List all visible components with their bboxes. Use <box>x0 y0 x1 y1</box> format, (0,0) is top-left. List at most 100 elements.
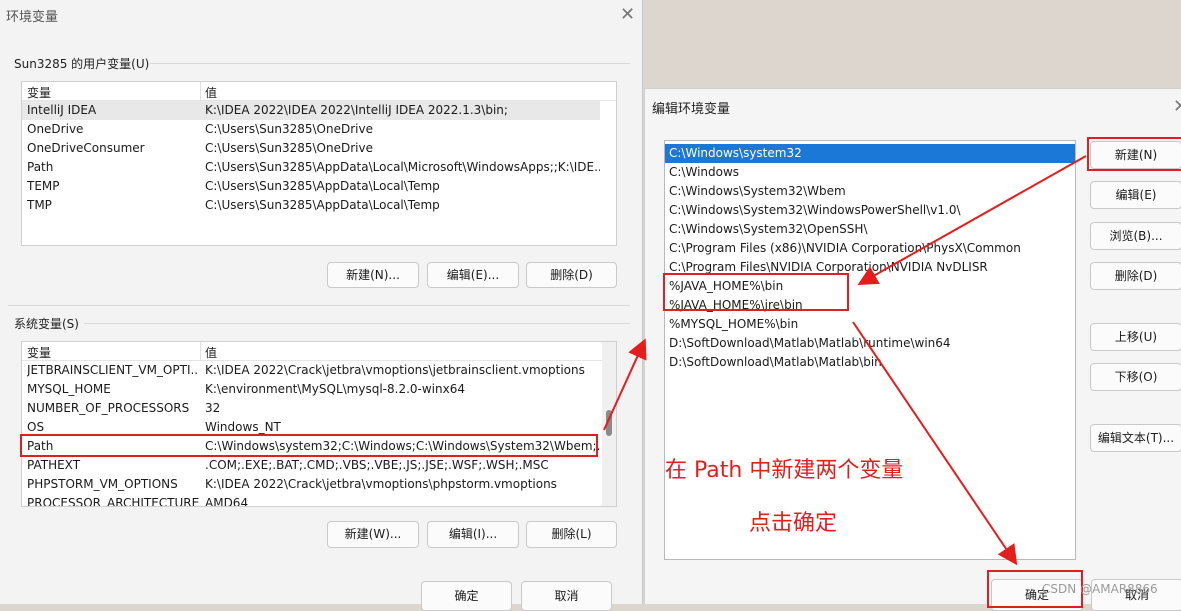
row-variable: PATHEXT <box>27 458 81 472</box>
list-item[interactable]: C:\Windows\System32\WindowsPowerShell\v1… <box>665 201 1075 220</box>
row-variable: NUMBER_OF_PROCESSORS <box>27 401 190 415</box>
row-value: AMD64 <box>205 496 249 507</box>
path-entries-list[interactable]: C:\Windows\system32 C:\Windows C:\Window… <box>664 140 1076 560</box>
entry-text: C:\Windows\System32\Wbem <box>669 184 846 198</box>
entry-text: %MYSQL_HOME%\bin <box>669 317 799 331</box>
table-row[interactable]: TEMP C:\Users\Sun3285\AppData\Local\Temp <box>22 177 616 196</box>
table-row[interactable]: PATHEXT .COM;.EXE;.BAT;.CMD;.VBS;.VBE;.J… <box>22 456 600 475</box>
entry-text: C:\Windows\System32\OpenSSH\ <box>669 222 868 236</box>
user-vars-list[interactable]: 变量 值 IntelliJ IDEA K:\IDEA 2022\IDEA 202… <box>21 81 617 246</box>
row-value: C:\Users\Sun3285\AppData\Local\Microsoft… <box>205 160 600 174</box>
row-value: K:\environment\MySQL\mysql-8.2.0-winx64 <box>205 382 465 396</box>
table-row[interactable]: IntelliJ IDEA K:\IDEA 2022\IDEA 2022\Int… <box>22 101 600 120</box>
list-header: 变量 值 <box>22 342 616 361</box>
row-variable: OneDrive <box>27 122 84 136</box>
sys-vars-list[interactable]: 变量 值 JETBRAINSCLIENT_VM_OPTI... K:\IDEA … <box>21 341 617 507</box>
row-variable: TMP <box>27 198 52 212</box>
column-header-variable[interactable]: 变量 <box>27 84 51 101</box>
row-variable: IntelliJ IDEA <box>27 103 97 117</box>
entry-text: D:\SoftDownload\Matlab\Matlab\runtime\wi… <box>669 336 951 350</box>
row-value: .COM;.EXE;.BAT;.CMD;.VBS;.VBE;.JS;.JSE;.… <box>205 458 549 472</box>
row-variable: PROCESSOR_ARCHITECTURE <box>27 496 199 507</box>
table-row[interactable]: JETBRAINSCLIENT_VM_OPTI... K:\IDEA 2022\… <box>22 361 600 380</box>
sys-vars-group-label: 系统变量(S) <box>14 317 79 331</box>
env-variables-window: 环境变量 ✕ Sun3285 的用户变量(U) 变量 值 IntelliJ ID… <box>0 0 643 611</box>
column-header-variable[interactable]: 变量 <box>27 344 51 361</box>
edit-entry-button[interactable]: 编辑(E) <box>1090 181 1181 209</box>
list-item[interactable]: %MYSQL_HOME%\bin <box>665 315 1075 334</box>
list-item[interactable]: C:\Windows <box>665 163 1075 182</box>
user-vars-group-label: Sun3285 的用户变量(U) <box>14 57 150 71</box>
entry-text: C:\Windows\system32 <box>669 146 802 160</box>
list-item[interactable]: D:\SoftDownload\Matlab\Matlab\bin <box>665 353 1075 372</box>
entry-text: C:\Windows\System32\WindowsPowerShell\v1… <box>669 203 961 217</box>
row-value: C:\Users\Sun3285\OneDrive <box>205 122 373 136</box>
annotation-text-add-vars: 在 Path 中新建两个变量 <box>665 458 904 483</box>
table-row[interactable]: OneDriveConsumer C:\Users\Sun3285\OneDri… <box>22 139 616 158</box>
move-up-button[interactable]: 上移(U) <box>1090 323 1181 351</box>
group-divider <box>84 323 630 324</box>
highlight-new-button <box>1087 137 1181 171</box>
close-icon[interactable]: ✕ <box>1173 98 1181 116</box>
user-new-button[interactable]: 新建(N)... <box>327 262 419 288</box>
group-divider <box>150 63 630 64</box>
move-down-button[interactable]: 下移(O) <box>1090 363 1181 391</box>
cancel-button[interactable]: 取消 <box>521 581 612 611</box>
window-title: 编辑环境变量 <box>652 102 731 117</box>
table-row[interactable]: TMP C:\Users\Sun3285\AppData\Local\Temp <box>22 196 616 215</box>
row-variable: TEMP <box>27 179 60 193</box>
section-divider <box>8 305 630 306</box>
table-row[interactable]: PROCESSOR_ARCHITECTURE AMD64 <box>22 494 600 507</box>
list-item[interactable]: D:\SoftDownload\Matlab\Matlab\runtime\wi… <box>665 334 1075 353</box>
annotation-text-click-ok: 点击确定 <box>749 511 838 536</box>
list-header: 变量 值 <box>22 82 616 101</box>
table-row[interactable]: OneDrive C:\Users\Sun3285\OneDrive <box>22 120 616 139</box>
sys-list-scrollbar[interactable] <box>602 342 616 506</box>
row-variable: Path <box>27 160 54 174</box>
row-variable: PHPSTORM_VM_OPTIONS <box>27 477 178 491</box>
highlight-new-entries <box>663 273 849 311</box>
sys-edit-button[interactable]: 编辑(I)... <box>427 521 519 548</box>
row-value: K:\IDEA 2022\Crack\jetbra\vmoptions\phps… <box>205 477 557 491</box>
highlight-path-row <box>20 434 598 457</box>
entry-text: D:\SoftDownload\Matlab\Matlab\bin <box>669 355 882 369</box>
column-separator[interactable] <box>200 342 201 361</box>
user-edit-button[interactable]: 编辑(E)... <box>427 262 519 288</box>
table-row[interactable]: Path C:\Users\Sun3285\AppData\Local\Micr… <box>22 158 616 177</box>
list-item[interactable]: C:\Windows\System32\Wbem <box>665 182 1075 201</box>
ok-button[interactable]: 确定 <box>421 581 512 611</box>
column-header-value[interactable]: 值 <box>205 344 217 361</box>
row-value: Windows_NT <box>205 420 281 434</box>
entry-text: C:\Windows <box>669 165 740 179</box>
table-row[interactable]: NUMBER_OF_PROCESSORS 32 <box>22 399 600 418</box>
sys-delete-button[interactable]: 删除(L) <box>526 521 617 548</box>
row-value: C:\Users\Sun3285\OneDrive <box>205 141 373 155</box>
row-value: K:\IDEA 2022\IDEA 2022\IntelliJ IDEA 202… <box>205 103 508 117</box>
column-separator[interactable] <box>200 82 201 101</box>
window-title: 环境变量 <box>6 10 59 25</box>
close-icon[interactable]: ✕ <box>620 6 635 24</box>
row-variable: MYSQL_HOME <box>27 382 111 396</box>
row-value: K:\IDEA 2022\Crack\jetbra\vmoptions\jetb… <box>205 363 585 377</box>
row-value: 32 <box>205 401 221 415</box>
entry-text: C:\Program Files\NVIDIA Corporation\NVID… <box>669 260 988 274</box>
edit-text-button[interactable]: 编辑文本(T)... <box>1090 424 1181 452</box>
scrollbar-thumb[interactable] <box>606 410 612 436</box>
entry-text: C:\Program Files (x86)\NVIDIA Corporatio… <box>669 241 1021 255</box>
browse-button[interactable]: 浏览(B)... <box>1090 222 1181 250</box>
row-variable: JETBRAINSCLIENT_VM_OPTI... <box>27 363 199 377</box>
table-row[interactable]: PHPSTORM_VM_OPTIONS K:\IDEA 2022\Crack\j… <box>22 475 600 494</box>
watermark: CSDN @AMAR8866 <box>1042 582 1158 596</box>
row-value: C:\Users\Sun3285\AppData\Local\Temp <box>205 198 440 212</box>
list-item[interactable]: C:\Program Files (x86)\NVIDIA Corporatio… <box>665 239 1075 258</box>
list-item[interactable]: C:\Windows\System32\OpenSSH\ <box>665 220 1075 239</box>
row-variable: OS <box>27 420 45 434</box>
sys-new-button[interactable]: 新建(W)... <box>327 521 419 548</box>
column-header-value[interactable]: 值 <box>205 84 217 101</box>
delete-entry-button[interactable]: 删除(D) <box>1090 262 1181 290</box>
user-delete-button[interactable]: 删除(D) <box>526 262 617 288</box>
list-item[interactable]: C:\Windows\system32 <box>665 144 1075 163</box>
table-row[interactable]: MYSQL_HOME K:\environment\MySQL\mysql-8.… <box>22 380 600 399</box>
row-value: C:\Users\Sun3285\AppData\Local\Temp <box>205 179 440 193</box>
row-variable: OneDriveConsumer <box>27 141 145 155</box>
